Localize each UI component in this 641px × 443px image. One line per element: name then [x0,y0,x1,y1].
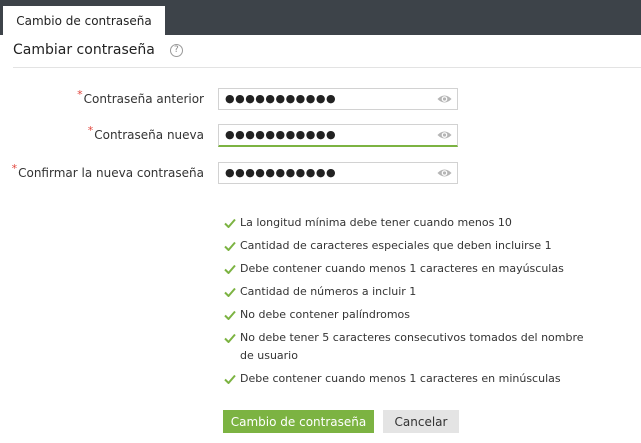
page-title: Cambiar contraseña [13,42,155,58]
check-icon [224,370,236,388]
rule-item: La longitud mínima debe tener cuando men… [224,214,620,232]
check-icon [224,283,236,301]
rule-item: Cantidad de números a incluir 1 [224,283,620,301]
check-icon [224,260,236,278]
cancel-button[interactable]: Cancelar [383,410,459,433]
required-mark: * [11,162,18,175]
rule-item: Cantidad de caracteres especiales que de… [224,237,620,255]
check-icon [224,306,236,324]
eye-icon[interactable] [437,94,452,104]
old-password-value: ●●●●●●●●●●● [225,92,337,105]
new-password-label: *Contraseña nueva [87,124,204,142]
divider [13,67,641,68]
change-password-button[interactable]: Cambio de contraseña [223,410,374,433]
help-icon[interactable]: ? [169,43,183,57]
eye-icon[interactable] [437,168,452,178]
confirm-password-value: ●●●●●●●●●●● [225,166,337,179]
page-header: Cambiar contraseña ? [13,42,183,58]
old-password-label: *Contraseña anterior [77,88,204,106]
confirm-password-label: *Confirmar la nueva contraseña [11,162,204,180]
rule-item: No debe contener palíndromos [224,306,620,324]
required-mark: * [87,124,94,137]
old-password-field[interactable]: ●●●●●●●●●●● [218,88,458,110]
check-icon [224,237,236,255]
new-password-value: ●●●●●●●●●●● [225,128,337,141]
new-password-field[interactable]: ●●●●●●●●●●● [218,124,458,147]
required-mark: * [77,88,83,101]
eye-icon[interactable] [437,130,452,140]
check-icon [224,214,236,232]
rule-item: Debe contener cuando menos 1 caracteres … [224,370,620,388]
confirm-password-field[interactable]: ●●●●●●●●●●● [218,162,458,184]
rule-item: Debe contener cuando menos 1 caracteres … [224,260,620,278]
rule-item: No debe tener 5 caracteres consecutivos … [210,329,590,365]
tab-cambio-de-contrasena[interactable]: Cambio de contraseña [3,6,165,35]
top-bar: Cambio de contraseña [0,0,641,35]
